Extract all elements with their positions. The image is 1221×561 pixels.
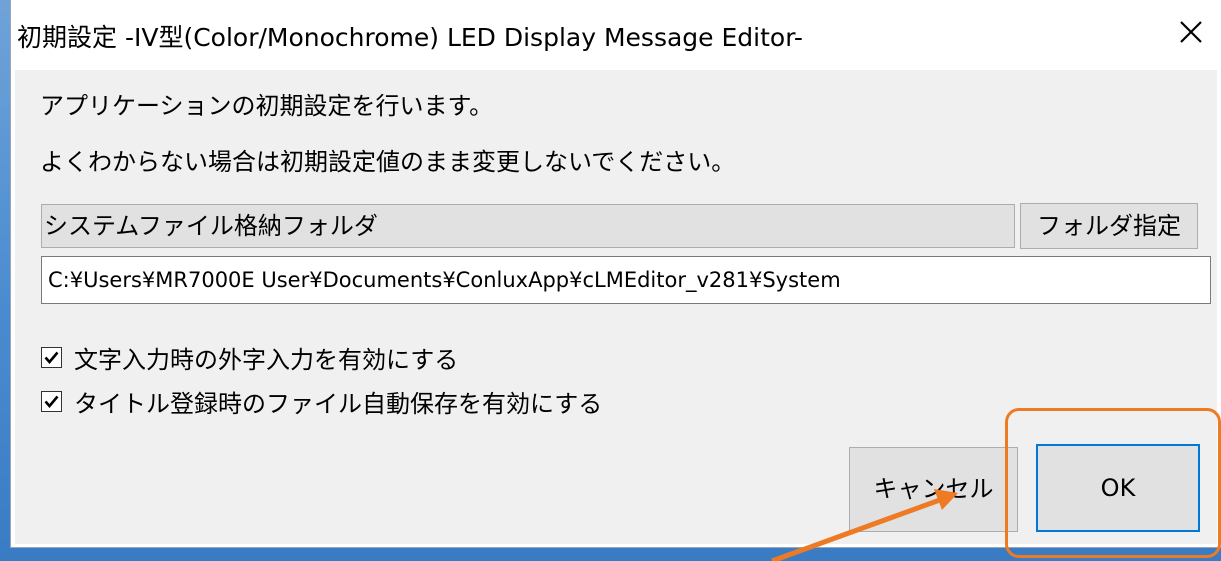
gaiji-input-checkbox[interactable]	[41, 347, 62, 368]
title-bar: 初期設定 -IV型(Color/Monochrome) LED Display …	[11, 0, 1221, 70]
folder-browse-button[interactable]: フォルダ指定	[1020, 203, 1198, 249]
close-icon	[1180, 21, 1202, 43]
option-auto-save[interactable]: タイトル登録時のファイル自動保存を有効にする	[41, 384, 602, 419]
system-folder-label: システムファイル格納フォルダ	[41, 204, 1015, 248]
warning-message: よくわからない場合は初期設定値のまま変更しないでください。	[40, 148, 736, 176]
option-gaiji-input[interactable]: 文字入力時の外字入力を有効にする	[41, 340, 458, 375]
window-title: 初期設定 -IV型(Color/Monochrome) LED Display …	[17, 23, 803, 52]
checkmark-icon	[44, 351, 59, 364]
close-button[interactable]	[1161, 6, 1221, 58]
gaiji-input-label: 文字入力時の外字入力を有効にする	[74, 346, 459, 374]
ok-button[interactable]: OK	[1036, 444, 1200, 532]
system-folder-path-input[interactable]	[41, 256, 1211, 304]
settings-dialog: 初期設定 -IV型(Color/Monochrome) LED Display …	[11, 0, 1221, 547]
auto-save-label: タイトル登録時のファイル自動保存を有効にする	[74, 390, 603, 418]
checkmark-icon	[44, 395, 59, 408]
auto-save-checkbox[interactable]	[41, 391, 62, 412]
dialog-body: アプリケーションの初期設定を行います。 よくわからない場合は初期設定値のまま変更…	[15, 70, 1217, 544]
intro-message: アプリケーションの初期設定を行います。	[40, 92, 494, 120]
cancel-button[interactable]: キャンセル	[849, 447, 1018, 532]
